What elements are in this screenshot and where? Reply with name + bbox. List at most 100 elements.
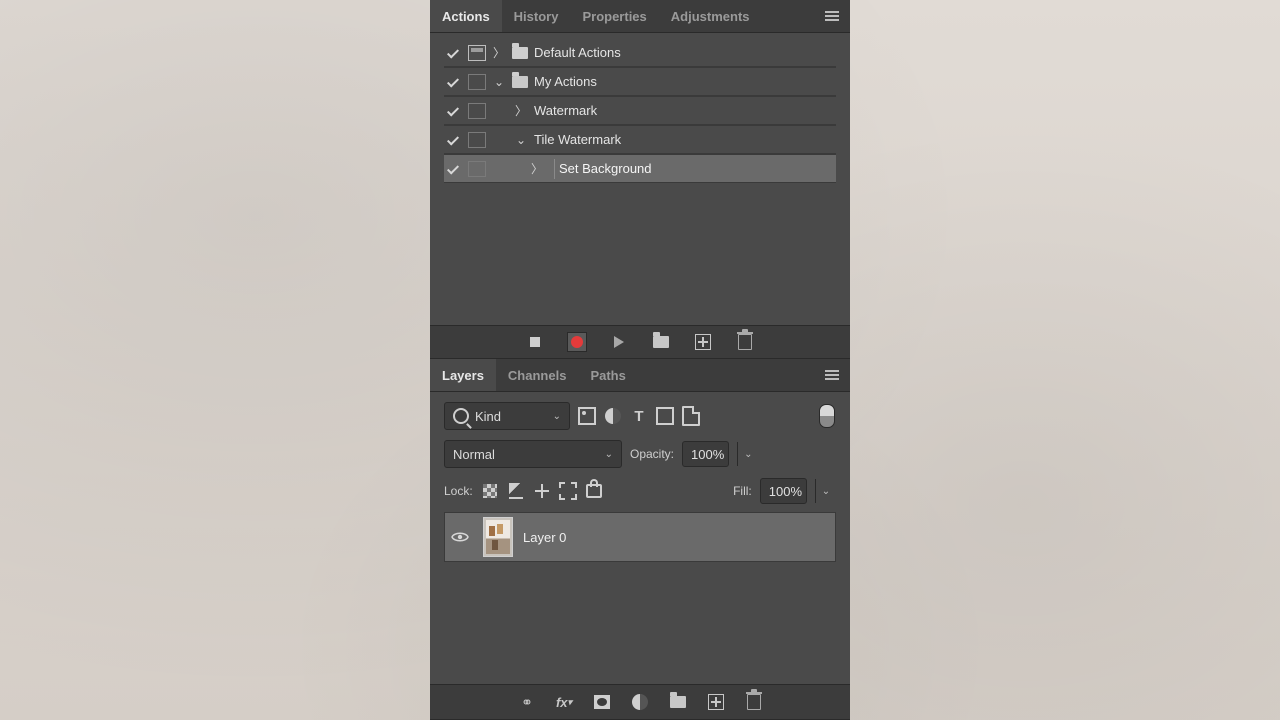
filter-pixel-icon[interactable] — [578, 407, 596, 425]
action-set-default[interactable]: 〉 Default Actions — [444, 39, 836, 67]
panel-stack: Actions History Properties Adjustments 〉… — [430, 0, 850, 720]
actions-panel-menu[interactable] — [820, 0, 844, 32]
lock-artboard-button[interactable] — [559, 482, 577, 500]
fill-label: Fill: — [733, 484, 752, 498]
check-icon — [446, 133, 460, 147]
fill-stepper[interactable]: ⌄ — [815, 479, 836, 503]
layer-thumbnail[interactable] — [483, 517, 513, 557]
action-set-my-actions[interactable]: ⌄ My Actions — [444, 67, 836, 96]
dialog-icon — [468, 132, 486, 148]
hamburger-icon — [825, 11, 839, 21]
action-step-label: Set Background — [559, 161, 652, 176]
toggle-dialog[interactable] — [468, 132, 486, 148]
delete-button[interactable] — [735, 332, 755, 352]
tab-paths[interactable]: Paths — [578, 359, 637, 391]
plus-box-icon — [695, 334, 711, 350]
play-button[interactable] — [609, 332, 629, 352]
toggle-enabled[interactable] — [444, 131, 462, 149]
toggle-enabled[interactable] — [444, 44, 462, 62]
visibility-toggle[interactable] — [447, 531, 473, 543]
dialog-icon — [468, 45, 486, 61]
eye-icon — [451, 531, 469, 543]
action-step-set-background[interactable]: 〉 Set Background — [444, 154, 836, 183]
lock-brush-button[interactable] — [507, 482, 525, 500]
tab-layers[interactable]: Layers — [430, 359, 496, 391]
fill-value: 100% — [769, 484, 802, 499]
check-icon — [446, 75, 460, 89]
trash-icon — [747, 694, 761, 710]
action-set-label: My Actions — [534, 74, 597, 89]
tab-properties[interactable]: Properties — [570, 0, 658, 32]
opacity-label: Opacity: — [630, 447, 674, 461]
new-set-button[interactable] — [651, 332, 671, 352]
filter-adjustment-icon[interactable] — [604, 407, 622, 425]
dialog-icon — [468, 161, 486, 177]
lock-position-button[interactable] — [533, 482, 551, 500]
record-button[interactable] — [567, 332, 587, 352]
layer-list: Layer 0 — [444, 512, 836, 562]
action-label: Watermark — [534, 103, 597, 118]
toggle-dialog[interactable] — [468, 161, 486, 177]
action-tile-watermark[interactable]: ⌄ Tile Watermark — [444, 125, 836, 154]
layers-footer: ⚭ fx▾ — [430, 684, 850, 719]
check-icon — [446, 104, 460, 118]
filter-smartobject-icon[interactable] — [682, 407, 700, 425]
new-adjustment-button[interactable] — [630, 692, 650, 712]
filter-type-icon[interactable]: T — [630, 407, 648, 425]
fill-field[interactable]: 100% — [760, 478, 807, 504]
toggle-dialog[interactable] — [468, 45, 486, 61]
blend-opacity-row: Normal ⌄ Opacity: 100% ⌄ — [444, 440, 836, 468]
check-icon — [446, 46, 460, 60]
tab-actions[interactable]: Actions — [430, 0, 502, 32]
toggle-enabled[interactable] — [444, 102, 462, 120]
plus-box-icon — [708, 694, 724, 710]
toggle-dialog[interactable] — [468, 74, 486, 90]
layer-row[interactable]: Layer 0 — [444, 512, 836, 562]
expand-toggle[interactable]: 〉 — [492, 44, 506, 61]
new-action-button[interactable] — [693, 332, 713, 352]
tab-adjustments[interactable]: Adjustments — [659, 0, 762, 32]
expand-toggle[interactable]: 〉 — [514, 102, 528, 119]
dialog-icon — [468, 103, 486, 119]
expand-toggle[interactable]: ⌄ — [514, 133, 528, 147]
opacity-field[interactable]: 100% — [682, 441, 729, 467]
mask-icon — [594, 695, 610, 709]
link-layers-button[interactable]: ⚭ — [516, 692, 536, 712]
tab-channels[interactable]: Channels — [496, 359, 579, 391]
actions-panel: Actions History Properties Adjustments 〉… — [430, 0, 850, 359]
toggle-enabled[interactable] — [444, 73, 462, 91]
expand-toggle[interactable]: ⌄ — [492, 75, 506, 89]
opacity-stepper[interactable]: ⌄ — [737, 442, 758, 466]
lock-pixels-button[interactable] — [481, 482, 499, 500]
expand-toggle[interactable]: 〉 — [530, 160, 544, 177]
actions-footer — [430, 325, 850, 358]
add-mask-button[interactable] — [592, 692, 612, 712]
folder-icon — [670, 696, 686, 708]
opacity-value: 100% — [691, 447, 724, 462]
blend-mode-value: Normal — [453, 447, 495, 462]
action-watermark[interactable]: 〉 Watermark — [444, 96, 836, 125]
stop-button[interactable] — [525, 332, 545, 352]
filter-kind-select[interactable]: Kind ⌄ — [444, 402, 570, 430]
layer-filter-row: Kind ⌄ T — [444, 402, 836, 430]
new-layer-button[interactable] — [706, 692, 726, 712]
delete-layer-button[interactable] — [744, 692, 764, 712]
filter-shape-icon[interactable] — [656, 407, 674, 425]
lock-all-button[interactable] — [585, 482, 603, 500]
layer-name[interactable]: Layer 0 — [523, 530, 566, 545]
dialog-icon — [468, 74, 486, 90]
actions-tabbar: Actions History Properties Adjustments — [430, 0, 850, 33]
filter-toggle-switch[interactable] — [818, 407, 836, 425]
chevron-down-icon: ⌄ — [605, 449, 613, 460]
step-highlight: Set Background — [554, 159, 656, 179]
layer-style-button[interactable]: fx▾ — [554, 692, 574, 712]
new-group-button[interactable] — [668, 692, 688, 712]
blend-mode-select[interactable]: Normal ⌄ — [444, 440, 622, 468]
toggle-enabled[interactable] — [444, 160, 462, 178]
toggle-dialog[interactable] — [468, 103, 486, 119]
tab-history[interactable]: History — [502, 0, 571, 32]
layers-panel-menu[interactable] — [820, 359, 844, 391]
search-icon — [453, 408, 469, 424]
layers-panel: Layers Channels Paths Kind ⌄ T — [430, 359, 850, 720]
lock-label: Lock: — [444, 484, 473, 498]
